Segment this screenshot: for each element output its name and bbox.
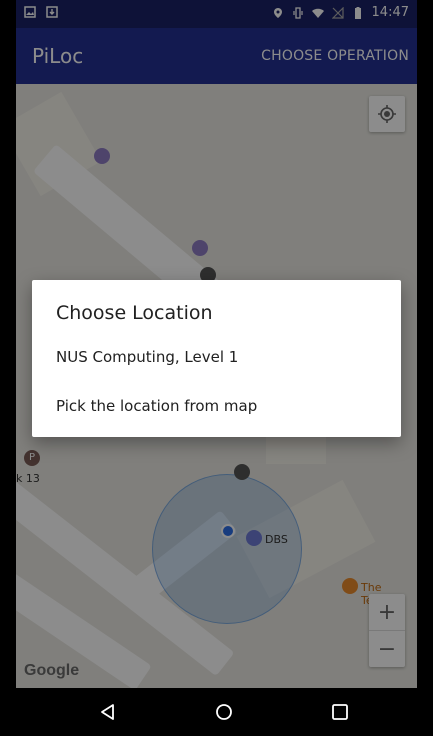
- navigation-bar: [16, 688, 417, 736]
- choose-location-dialog: Choose Location NUS Computing, Level 1 P…: [32, 280, 401, 437]
- home-circle-icon: [216, 704, 232, 720]
- dialog-title: Choose Location: [56, 302, 213, 324]
- recents-button[interactable]: [326, 698, 354, 726]
- back-button[interactable]: [94, 698, 122, 726]
- option-pick-from-map[interactable]: Pick the location from map: [56, 397, 257, 415]
- option-nus-computing-level-1[interactable]: NUS Computing, Level 1: [56, 348, 238, 366]
- back-triangle-icon: [101, 704, 114, 720]
- home-button[interactable]: [210, 698, 238, 726]
- recents-square-icon: [332, 704, 348, 720]
- device-frame: 14:47 PiLoc CHOOSE OPERATION DBS The Ter…: [16, 0, 417, 736]
